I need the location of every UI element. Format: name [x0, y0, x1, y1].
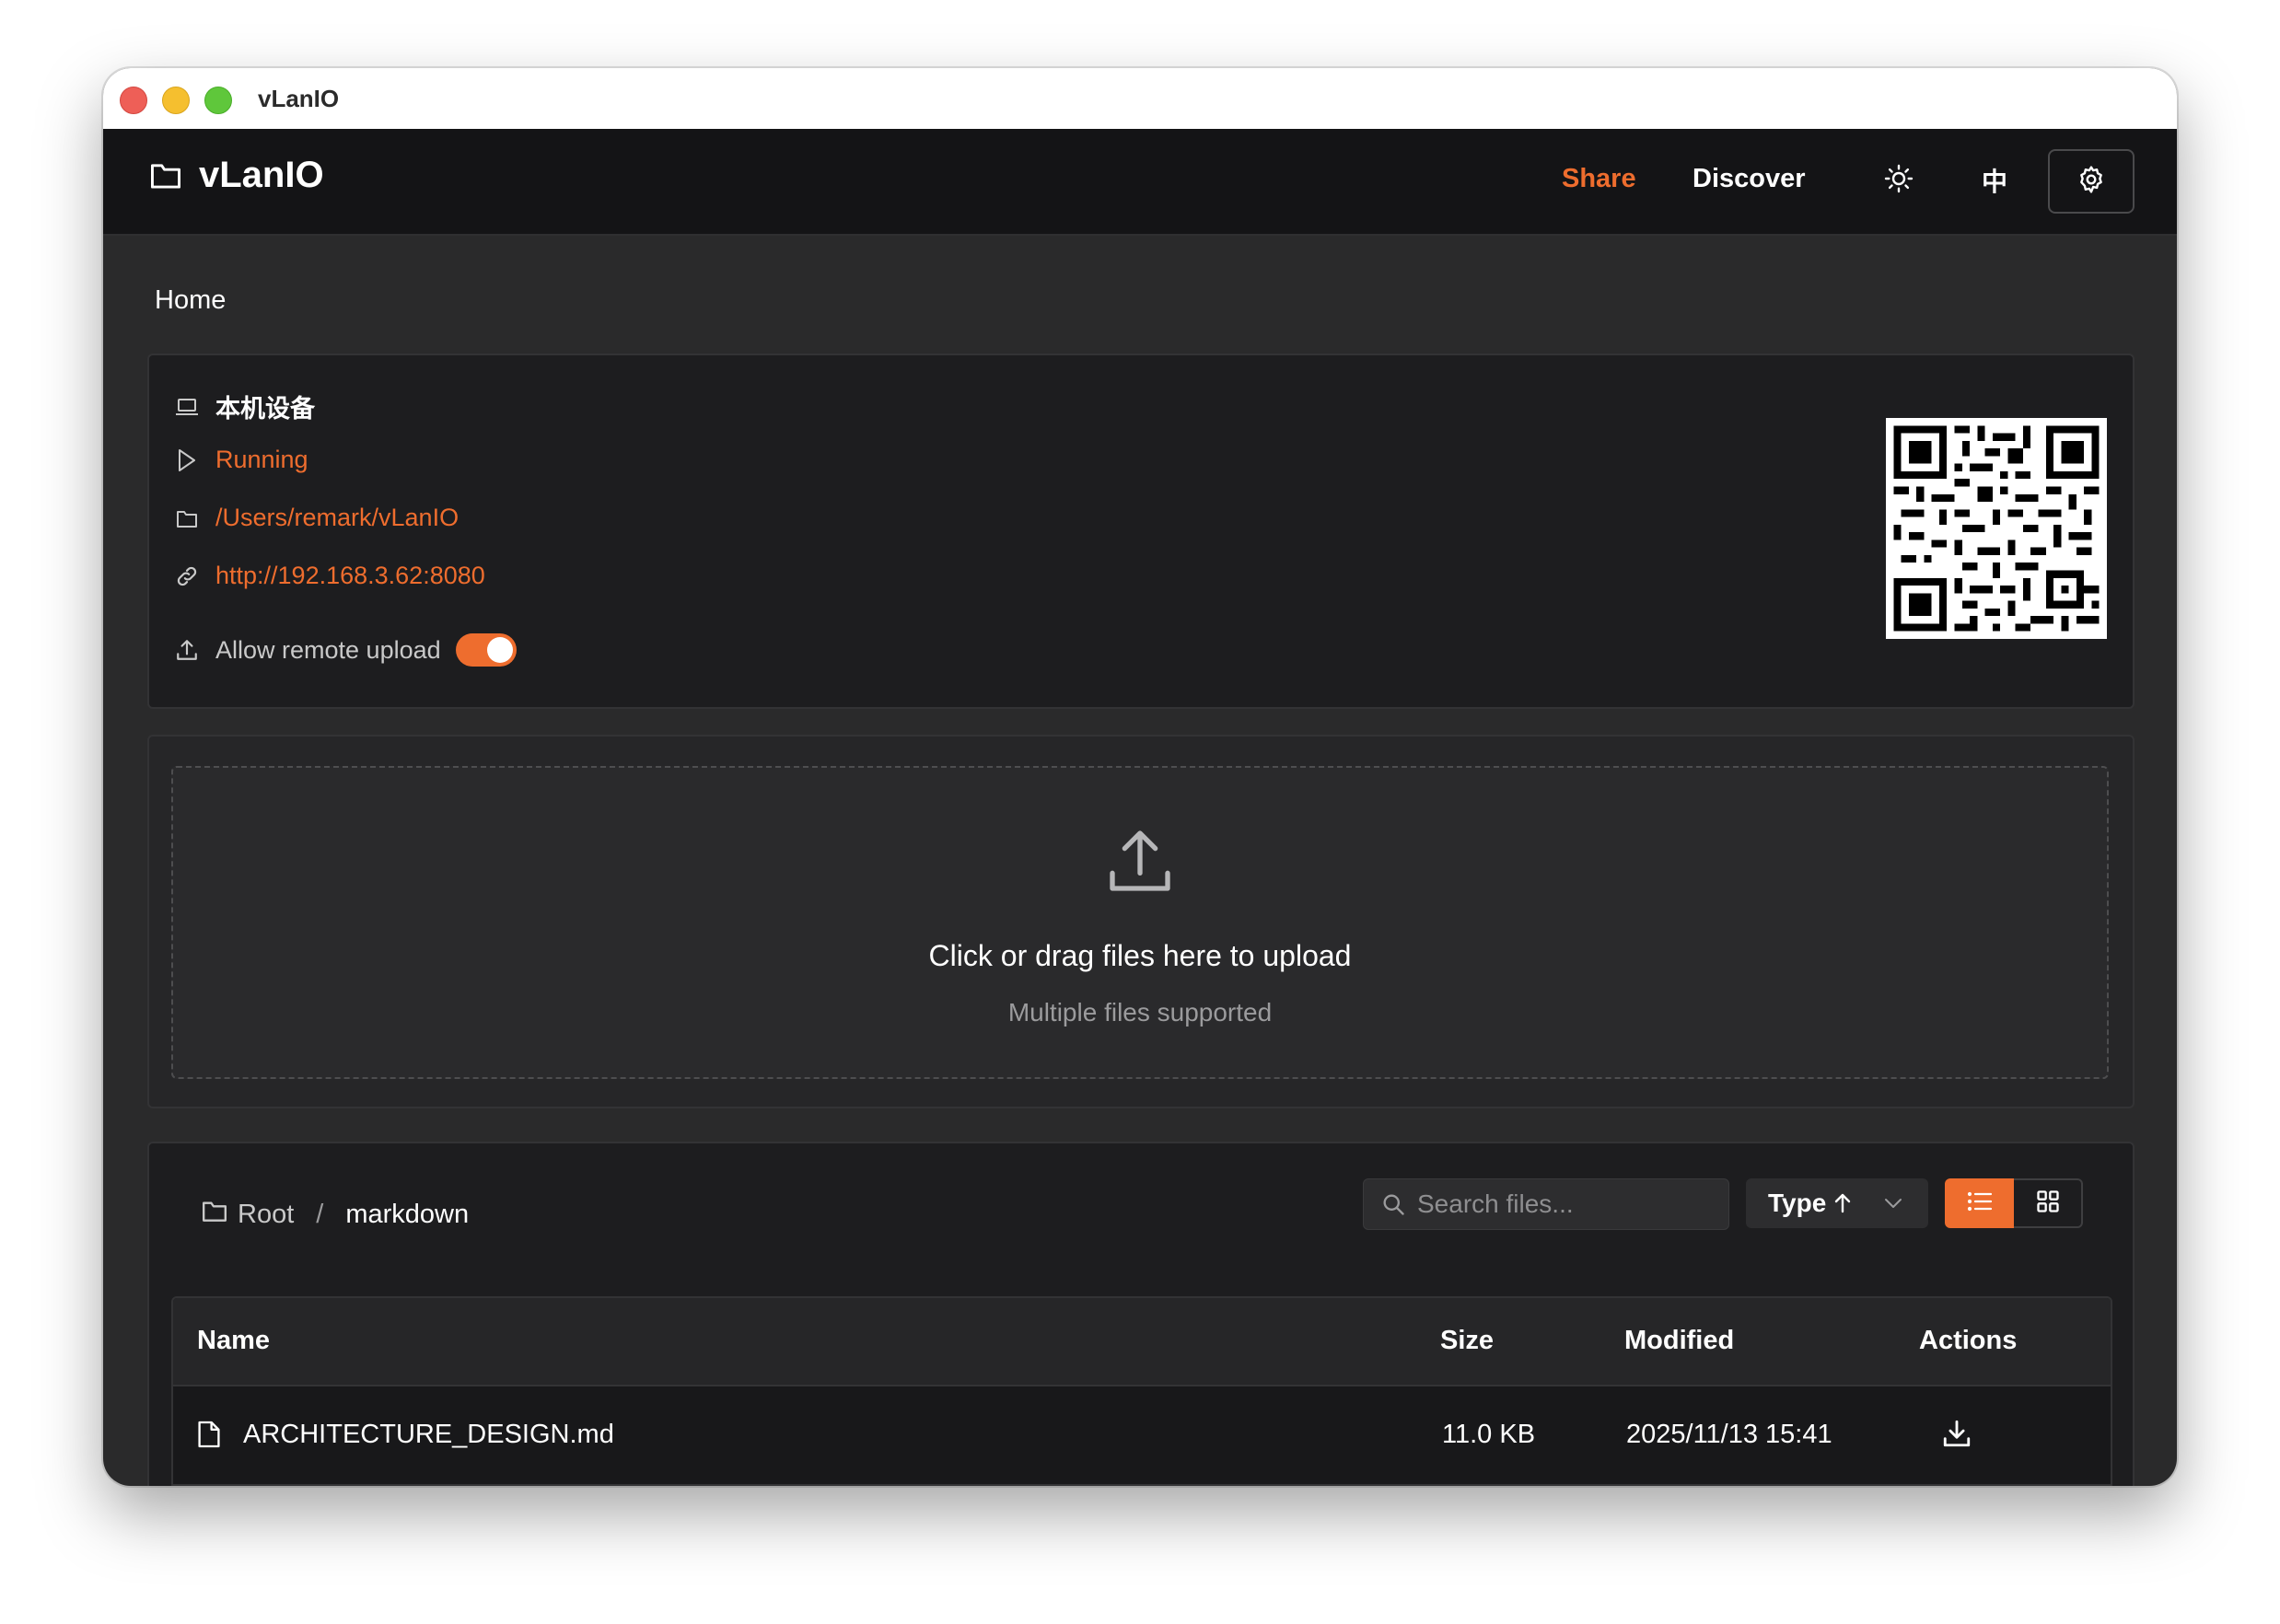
app-header: vLanIO Share Discover 中 [103, 129, 2177, 236]
download-button[interactable] [1941, 1418, 1972, 1454]
minimize-window-button[interactable] [162, 87, 190, 114]
folder-icon [149, 160, 182, 194]
server-status: Running [215, 446, 308, 473]
column-size[interactable]: Size [1440, 1326, 1494, 1356]
gear-icon [2076, 165, 2106, 199]
download-icon [1941, 1420, 1972, 1453]
window-titlebar: vLanIO [103, 68, 2177, 130]
zoom-window-button[interactable] [204, 87, 232, 114]
file-path-breadcrumb: Root / markdown [201, 1199, 469, 1230]
upload-icon [1103, 823, 1177, 903]
table-header: Name Size Modified Actions [173, 1298, 2111, 1386]
settings-button[interactable] [2048, 149, 2135, 214]
grid-icon [2035, 1189, 2061, 1219]
upload-icon [173, 636, 201, 664]
search-box[interactable] [1363, 1178, 1729, 1230]
file-table: Name Size Modified Actions ARCHITECTURE_… [171, 1296, 2112, 1486]
language-toggle-button[interactable]: 中 [1971, 157, 2018, 204]
sort-select[interactable]: Type [1746, 1178, 1928, 1228]
path-separator: / [316, 1199, 324, 1229]
remote-upload-row: Allow remote upload [173, 633, 517, 667]
file-name[interactable]: ARCHITECTURE_DESIGN.md [243, 1420, 614, 1450]
close-window-button[interactable] [120, 87, 147, 114]
file-browser-panel: Root / markdown Type [147, 1142, 2135, 1486]
device-name-row: 本机设备 [173, 389, 315, 424]
path-row: /Users/remark/vLanIO [173, 504, 459, 532]
upload-dropzone[interactable]: Click or drag files here to upload Multi… [171, 766, 2109, 1079]
column-actions: Actions [1919, 1326, 2018, 1355]
nav-discover[interactable]: Discover [1693, 164, 1806, 194]
app-window: vLanIO vLanIO Share Discover 中 Home 本机设备 [103, 68, 2177, 1486]
nav-share[interactable]: Share [1562, 164, 1636, 194]
file-size: 11.0 KB [1442, 1420, 1536, 1449]
chevron-down-icon [1883, 1197, 1903, 1210]
qr-code [1886, 418, 2107, 639]
upload-subtitle: Multiple files supported [1007, 998, 1273, 1027]
path-current: markdown [345, 1199, 470, 1229]
shared-folder-path[interactable]: /Users/remark/vLanIO [215, 504, 459, 532]
toggle-knob [486, 637, 513, 663]
table-row[interactable]: ARCHITECTURE_DESIGN.md 11.0 KB 2025/11/1… [173, 1386, 2111, 1486]
laptop-icon [173, 393, 201, 421]
play-icon [173, 447, 201, 474]
folder-icon [201, 1199, 228, 1230]
sun-icon [1884, 164, 1914, 198]
sort-label: Type [1768, 1189, 1827, 1217]
link-icon [173, 563, 201, 590]
window-title: vLanIO [258, 85, 340, 112]
view-mode-toggle [1945, 1178, 2083, 1228]
remote-upload-toggle[interactable] [455, 633, 517, 667]
url-row: http://192.168.3.62:8080 [173, 562, 485, 590]
arrow-up-icon [1833, 1192, 1852, 1214]
remote-upload-label: Allow remote upload [215, 635, 441, 664]
list-icon [1967, 1190, 1993, 1217]
breadcrumb-home[interactable]: Home [155, 285, 226, 316]
device-name: 本机设备 [215, 395, 315, 423]
theme-toggle-button[interactable] [1875, 157, 1923, 204]
search-icon [1380, 1191, 1406, 1217]
upload-title: Click or drag files here to upload [928, 939, 1352, 972]
upload-panel: Click or drag files here to upload Multi… [147, 735, 2135, 1108]
file-icon [197, 1420, 221, 1454]
column-modified[interactable]: Modified [1624, 1326, 1734, 1356]
folder-icon [173, 505, 201, 532]
list-view-button[interactable] [1945, 1178, 2014, 1228]
status-row: Running [173, 446, 308, 474]
grid-view-button[interactable] [2014, 1178, 2083, 1228]
column-name[interactable]: Name [197, 1326, 270, 1356]
search-input[interactable] [1415, 1189, 1723, 1220]
server-url[interactable]: http://192.168.3.62:8080 [215, 562, 485, 590]
device-info-panel: 本机设备 Running /Users/remark/vLanIO http:/… [147, 354, 2135, 709]
app-brand[interactable]: vLanIO [199, 155, 324, 196]
file-modified: 2025/11/13 15:41 [1626, 1420, 1832, 1449]
path-root[interactable]: Root [238, 1200, 294, 1230]
